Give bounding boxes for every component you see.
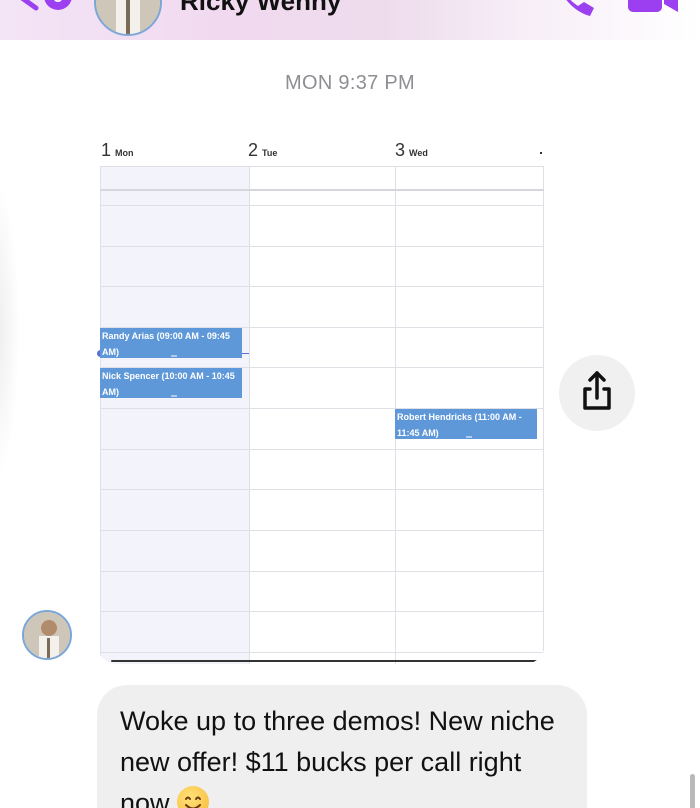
grid-line (100, 246, 544, 247)
message-text-container: Woke up to three demos! New niche new of… (120, 701, 575, 808)
smile-icon (185, 796, 202, 808)
share-icon (583, 371, 611, 410)
phone-icon (566, 0, 594, 16)
event-title: Nick Spencer (10:00 AM - 10:45 AM) (102, 371, 235, 397)
grid-line (100, 166, 101, 664)
calendar-event: Nick Spencer (10:00 AM - 10:45 AM) (100, 368, 242, 398)
chat-screen: 5 Ricky Wenny MON 9:37 PM (0, 0, 700, 808)
event-title: Randy Arias (09:00 AM - 09:45 AM) (102, 331, 230, 357)
grid-line (249, 166, 250, 664)
sender-avatar[interactable] (22, 610, 72, 660)
avatar-photo (96, 0, 160, 34)
event-resize-handle (171, 395, 177, 397)
avatar-photo (24, 612, 70, 658)
event-resize-handle (171, 355, 177, 357)
today-column (100, 166, 249, 664)
scrollbar[interactable] (690, 774, 695, 808)
event-resize-handle (466, 436, 472, 438)
day-name: Wed (409, 148, 428, 158)
grid-line (543, 166, 544, 664)
calendar-event: Robert Hendricks (11:00 AM - 11:45 AM) (395, 409, 537, 439)
video-camera-icon (628, 0, 678, 12)
calendar-event: Randy Arias (09:00 AM - 09:45 AM) (100, 328, 242, 358)
grid-line (100, 530, 544, 531)
day-header-wed: 3 Wed (395, 140, 428, 161)
day-number: 1 (101, 140, 112, 160)
grid-line (100, 166, 544, 167)
contact-name[interactable]: Ricky Wenny (180, 0, 341, 16)
next-day-marker (540, 152, 542, 154)
edge-shadow (0, 180, 20, 480)
calendar-grid: Randy Arias (09:00 AM - 09:45 AM) Nick S… (97, 166, 545, 664)
day-header-mon: 1 Mon (101, 140, 134, 161)
shared-image-message[interactable]: 1 Mon 2 Tue 3 Wed Randy Arias (09:00 AM … (97, 124, 545, 664)
call-button[interactable] (552, 0, 598, 20)
share-button[interactable] (559, 355, 635, 431)
chevron-left-icon: 5 (20, 0, 72, 11)
back-button[interactable]: 5 (14, 0, 74, 22)
message-bubble[interactable]: Woke up to three demos! New niche new of… (97, 685, 587, 808)
contact-avatar[interactable] (94, 0, 162, 36)
grid-line (100, 489, 544, 490)
chat-header: 5 Ricky Wenny (0, 0, 700, 40)
grid-line (100, 205, 544, 206)
day-name: Tue (262, 148, 278, 158)
day-header-tue: 2 Tue (248, 140, 277, 161)
calendar-day-header: 1 Mon 2 Tue 3 Wed (97, 124, 545, 166)
svg-text:5: 5 (54, 0, 63, 6)
day-number: 2 (248, 140, 259, 160)
video-call-button[interactable] (628, 0, 680, 16)
day-number: 3 (395, 140, 406, 160)
grid-line (100, 449, 544, 450)
message-timestamp: MON 9:37 PM (285, 72, 415, 94)
grid-line (100, 571, 544, 572)
day-name: Mon (115, 148, 134, 158)
smiling-face-emoji (177, 786, 210, 808)
grid-line (100, 286, 544, 287)
event-title: Robert Hendricks (11:00 AM - 11:45 AM) (397, 412, 522, 438)
grid-line (100, 189, 544, 191)
grid-line (100, 652, 544, 653)
grid-line (100, 611, 544, 612)
